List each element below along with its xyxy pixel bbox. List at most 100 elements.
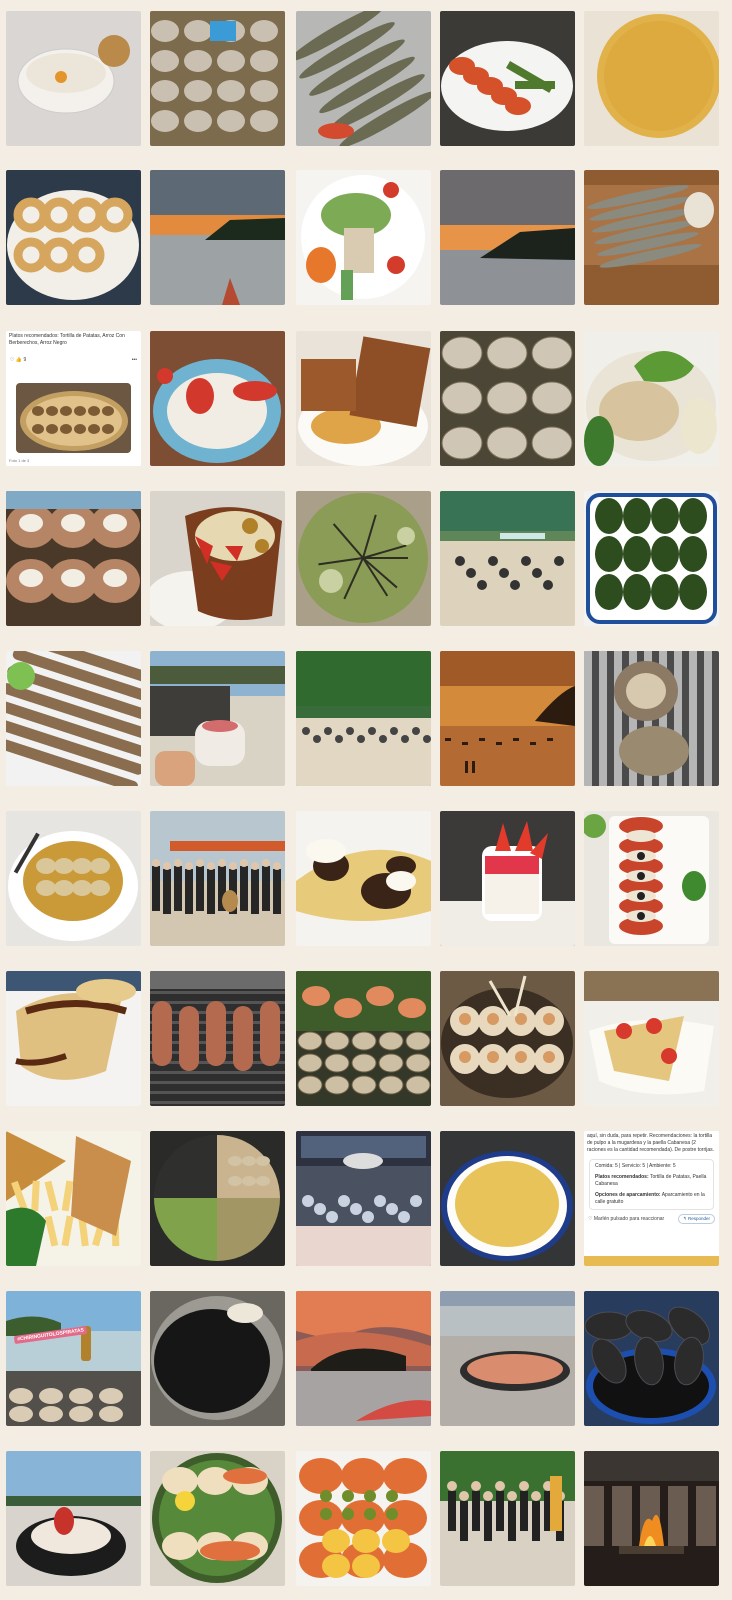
tile-tortilla-plate-image (440, 1131, 575, 1266)
tile-grilled-sardines[interactable] (296, 11, 431, 146)
tile-steamed-clams[interactable] (440, 331, 575, 466)
tile-sardines-tray-image (584, 170, 719, 305)
tile-chocolate-crepes[interactable] (6, 971, 141, 1106)
review-details-card: Comida: 5 | Servicio: 5 | Ambiente: 5 Pl… (589, 1159, 714, 1210)
tile-paella-on-beach-image (440, 1291, 575, 1426)
tile-beach-dessert-pot[interactable] (6, 1451, 141, 1586)
tile-fish-with-pepper[interactable] (584, 331, 719, 466)
tile-beach-party[interactable] (440, 491, 575, 626)
tile-grilled-vegetables-image (440, 11, 575, 146)
tile-tomato-olives[interactable] (296, 1451, 431, 1586)
tile-padron-peppers-image (584, 491, 719, 626)
tile-musicians-group[interactable] (150, 811, 285, 946)
parking-label: Opciones de aparcamiento: (595, 1192, 661, 1198)
tile-beach-bar-drink-image (150, 651, 285, 786)
tile-beach-terrace-image (296, 651, 431, 786)
tile-review-screenshot-clams[interactable]: Platos recomendados: Tortilla de Patatas… (6, 331, 141, 466)
tile-green-rice-image (296, 491, 431, 626)
tile-toast-dessert-image (296, 331, 431, 466)
tile-mixed-paella[interactable] (150, 1131, 285, 1266)
tile-clams-dish-image (150, 11, 285, 146)
tile-grilled-sardines-image (296, 11, 431, 146)
tile-strawberry-dessert[interactable] (150, 331, 285, 466)
tile-seafood-platter-image (296, 971, 431, 1106)
tile-fried-calamari[interactable] (6, 170, 141, 305)
photo-counter: Foto 1 de 3 (9, 458, 30, 463)
react-control[interactable]: ♡ Marlén pulsado para reaccionar (588, 1216, 664, 1222)
tile-grilled-sausages-image (150, 971, 285, 1106)
tile-sunset-beach[interactable] (150, 170, 285, 305)
tile-clams-in-sauce-image (6, 811, 141, 946)
tile-fish-with-pepper-image (584, 331, 719, 466)
tile-potato-tortilla-image (584, 11, 719, 146)
tile-beach-beer-image (6, 1291, 141, 1426)
tile-sunset-bay-image (440, 170, 575, 305)
more-options-icon[interactable]: ••• (132, 357, 137, 363)
tile-strawberry-cup-image (150, 491, 285, 626)
tile-strawberry-crepe[interactable] (584, 971, 719, 1106)
tile-mixed-paella-image (150, 1131, 285, 1266)
tile-padron-peppers[interactable] (584, 491, 719, 626)
tile-beach-beer[interactable]: #CHIRINGUITOLOSPIRATAS (6, 1291, 141, 1426)
heart-icon[interactable]: ♡ (10, 357, 14, 363)
tile-restaurant-diners[interactable] (296, 1131, 431, 1266)
tile-clams-dish[interactable] (150, 11, 285, 146)
tile-beach-terrace[interactable] (296, 651, 431, 786)
tile-paella-on-beach[interactable] (440, 1291, 575, 1426)
tile-clams-in-sauce[interactable] (6, 811, 141, 946)
tile-strawberry-crepe-image (584, 971, 719, 1106)
tile-black-rice[interactable] (150, 1291, 285, 1426)
tile-black-rice-image (150, 1291, 285, 1426)
tile-beach-dessert-pot-image (6, 1451, 141, 1586)
tile-fried-calamari-image (6, 170, 141, 305)
tile-grilled-fish-rack[interactable] (584, 651, 719, 786)
review-photo-clams[interactable] (16, 383, 131, 453)
review-ratings: Comida: 5 | Servicio: 5 | Ambiente: 5 (595, 1163, 676, 1169)
tile-crepes-figs[interactable] (296, 811, 431, 946)
tile-razor-clams[interactable] (6, 651, 141, 786)
heart-icon[interactable]: ♡ (588, 1216, 592, 1222)
tile-grilled-fish-rack-image (584, 651, 719, 786)
reply-arrow-icon: ↰ (682, 1216, 687, 1221)
tile-almond-soup[interactable] (6, 11, 141, 146)
tile-sardines-tray[interactable] (584, 170, 719, 305)
tile-beach-group[interactable] (440, 1451, 575, 1586)
tile-review-screenshot-text[interactable]: aquí, sin duda, para repetir. Recomendac… (584, 1131, 719, 1266)
tile-panna-cotta-image (440, 811, 575, 946)
tile-restaurant-diners-image (296, 1131, 431, 1266)
tile-panna-cotta[interactable] (440, 811, 575, 946)
like-count[interactable]: ♡ 👍 9 (10, 357, 26, 363)
tile-beach-group-image (440, 1451, 575, 1586)
tile-seafood-green-rice[interactable] (150, 1451, 285, 1586)
tile-scallops[interactable] (6, 491, 141, 626)
tile-night-grill[interactable] (584, 1451, 719, 1586)
tile-sunset-beach-image (150, 170, 285, 305)
reply-button[interactable]: ↰ Responder (677, 1214, 715, 1224)
tortilla-photo-peek (584, 1256, 719, 1266)
tile-seafood-platter[interactable] (296, 971, 431, 1106)
tile-strawberry-cup[interactable] (150, 491, 285, 626)
tile-sunset-boats-image (440, 651, 575, 786)
tile-tortilla-plate[interactable] (440, 1131, 575, 1266)
tile-potato-tortilla[interactable] (584, 11, 719, 146)
tile-toast-dessert[interactable] (296, 331, 431, 466)
tile-grilled-sausages[interactable] (150, 971, 285, 1106)
tile-razor-clams-image (6, 651, 141, 786)
tile-beach-bar-drink[interactable] (150, 651, 285, 786)
tile-tomato-salad[interactable] (584, 811, 719, 946)
tile-seafood-green-rice-image (150, 1451, 285, 1586)
tile-mussels-image (584, 1291, 719, 1426)
tile-fish-and-chips[interactable] (6, 1131, 141, 1266)
tile-grilled-vegetables[interactable] (440, 11, 575, 146)
tile-green-rice[interactable] (296, 491, 431, 626)
review-dishes-text: Platos recomendados: Tortilla de Patatas… (9, 333, 125, 346)
tile-mixed-salad-image (296, 170, 431, 305)
tile-dramatic-sunset-image (296, 1291, 431, 1426)
tile-mixed-salad[interactable] (296, 170, 431, 305)
tile-crepes-figs-image (296, 811, 431, 946)
tile-sunset-bay[interactable] (440, 170, 575, 305)
tile-octopus[interactable] (440, 971, 575, 1106)
tile-sunset-boats[interactable] (440, 651, 575, 786)
tile-mussels[interactable] (584, 1291, 719, 1426)
tile-dramatic-sunset[interactable] (296, 1291, 431, 1426)
